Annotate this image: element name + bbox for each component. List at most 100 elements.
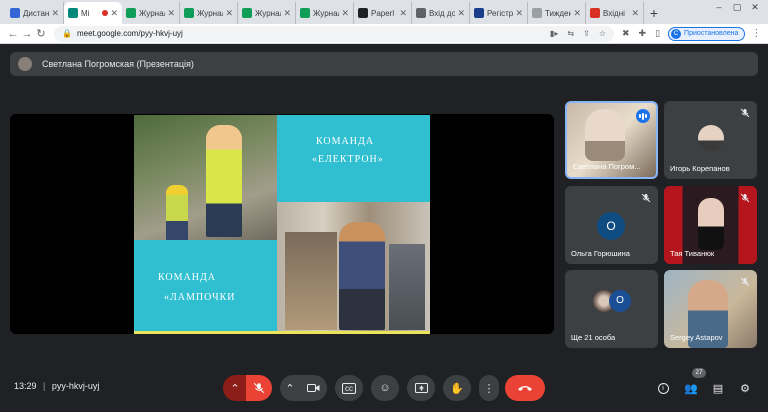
slide-bottom-strip: [134, 331, 430, 334]
participant-tile[interactable]: Светлана Погром...: [565, 101, 658, 179]
activities-icon: ⚙: [740, 382, 750, 395]
worker-figure-back: [166, 185, 188, 240]
people-icon: 👥: [684, 382, 698, 395]
slide-text-electron: «ЕЛЕКТРОН»: [312, 154, 384, 165]
tab-favicon-icon: [184, 8, 194, 18]
activities-button[interactable]: ⚙: [736, 379, 754, 397]
sidebar-icon[interactable]: ▯: [655, 28, 660, 39]
extensions-area: ✖ ✚ ▯: [622, 28, 660, 39]
closed-captions-icon: cc: [342, 382, 356, 394]
close-tab-icon[interactable]: ✕: [110, 8, 118, 19]
close-tab-icon[interactable]: ✕: [631, 8, 639, 19]
participant-tile[interactable]: Sergey Astapov: [664, 270, 757, 348]
tab-label: Mi: [81, 8, 90, 18]
mic-off-icon: [740, 193, 750, 203]
meeting-info: 13:29 | pyy-hkvj-uyj: [14, 381, 100, 391]
browser-tab[interactable]: Журнал ✕: [180, 2, 238, 24]
close-tab-icon[interactable]: ✕: [341, 8, 349, 19]
video-options-button[interactable]: ⌃: [280, 375, 300, 401]
mic-off-icon: [641, 193, 651, 203]
close-tab-icon[interactable]: ✕: [167, 8, 175, 19]
camera-icon[interactable]: ▮▸: [550, 29, 558, 38]
close-tab-icon[interactable]: ✕: [399, 8, 407, 19]
browser-tab[interactable]: Журнал ✕: [238, 2, 296, 24]
mic-off-icon: [740, 108, 750, 118]
more-options-button[interactable]: ⋮: [479, 375, 499, 401]
forward-icon[interactable]: →: [20, 28, 34, 40]
minimize-icon[interactable]: –: [712, 2, 726, 14]
translate-icon[interactable]: ⇆: [567, 29, 574, 38]
worker-figure-front: [206, 125, 242, 237]
emoji-icon: ☺: [379, 382, 391, 394]
tab-label: Paperl: [371, 8, 395, 18]
maximize-icon[interactable]: ▢: [730, 2, 744, 14]
extension-icon[interactable]: ✖: [622, 28, 630, 39]
speaking-icon: [636, 109, 650, 123]
browser-tab[interactable]: Тиждень✕: [528, 2, 586, 24]
omnibox-actions: ▮▸ ⇆ ⇪ ☆: [550, 29, 606, 38]
participant-name: Тая Тиванюк: [670, 249, 715, 258]
browser-tab[interactable]: Регістр ✕: [470, 2, 528, 24]
window-controls: – ▢ ✕: [712, 2, 762, 14]
reload-icon[interactable]: ↻: [34, 27, 48, 40]
chat-icon: ▤: [712, 382, 724, 395]
puzzle-icon[interactable]: ✚: [639, 28, 647, 39]
browser-tab[interactable]: Paperl ✕: [354, 2, 412, 24]
close-tab-icon[interactable]: ✕: [573, 8, 581, 19]
close-tab-icon[interactable]: ✕: [457, 8, 465, 19]
tab-favicon-icon: [242, 8, 252, 18]
people-button[interactable]: 👥: [682, 379, 700, 397]
participant-tile[interactable]: Тая Тиванюк: [664, 186, 757, 264]
more-participants-tile[interactable]: O Ще 21 особа: [565, 270, 658, 348]
browser-tab[interactable]: Mi ✕: [64, 2, 122, 24]
close-tab-icon[interactable]: ✕: [225, 8, 233, 19]
participant-name: Ольга Горюшина: [571, 249, 630, 258]
browser-tab[interactable]: Журнал ✕: [296, 2, 354, 24]
browser-tab[interactable]: Вхідні ✕: [586, 2, 644, 24]
participant-count-badge: 27: [692, 368, 706, 378]
meeting-code: pyy-hkvj-uyj: [51, 381, 100, 391]
mic-off-icon: [253, 382, 265, 394]
camera-toggle-button[interactable]: [299, 375, 327, 401]
tab-label: Вхід до: [429, 8, 456, 18]
present-screen-button[interactable]: [407, 375, 435, 401]
tab-label: Тиждень: [545, 8, 571, 18]
bookmark-star-icon[interactable]: ☆: [599, 29, 606, 38]
audio-options-button[interactable]: ⌃: [223, 375, 247, 401]
meeting-details-button[interactable]: i: [654, 379, 672, 397]
browser-tab[interactable]: Журнал ✕: [122, 2, 180, 24]
electrician-figure: [339, 222, 385, 330]
tab-favicon-icon: [590, 8, 600, 18]
reactions-button[interactable]: ☺: [371, 375, 399, 401]
close-tab-icon[interactable]: ✕: [51, 8, 59, 19]
share-icon[interactable]: ⇪: [583, 29, 590, 38]
tab-favicon-icon: [68, 8, 78, 18]
browser-tab-bar: Дистан ✕ Mi ✕ Журнал ✕ Журнал ✕ Журнал ✕ Журнал ✕ Pa…: [0, 0, 768, 24]
mic-toggle-button[interactable]: [246, 375, 272, 401]
browser-menu-icon[interactable]: ⋮: [751, 28, 761, 39]
browser-tab[interactable]: Вхід до ✕: [412, 2, 470, 24]
captions-button[interactable]: cc: [335, 375, 363, 401]
back-icon[interactable]: ←: [6, 28, 20, 40]
browser-tab[interactable]: Дистан ✕: [6, 2, 64, 24]
slide-text-lampochki: «ЛАМПОЧКИ: [164, 292, 236, 303]
new-tab-button[interactable]: +: [644, 2, 664, 24]
url-field[interactable]: 🔒 meet.google.com/pyy-hkvj-uyj ▮▸ ⇆ ⇪ ☆: [54, 25, 614, 42]
presenter-avatar: [18, 57, 32, 71]
tab-label: Журнал: [139, 8, 166, 18]
chat-button[interactable]: ▤: [709, 379, 727, 397]
leave-call-button[interactable]: [505, 375, 545, 401]
chevron-up-icon: ⌃: [285, 382, 295, 395]
address-bar: ← → ↻ 🔒 meet.google.com/pyy-hkvj-uyj ▮▸ …: [0, 24, 768, 44]
participant-tile[interactable]: О Ольга Горюшина: [565, 186, 658, 264]
profile-button[interactable]: C Приостановлена: [668, 26, 746, 41]
tab-favicon-icon: [532, 8, 542, 18]
close-window-icon[interactable]: ✕: [748, 2, 762, 14]
tab-label: Журнал: [197, 8, 224, 18]
close-tab-icon[interactable]: ✕: [515, 8, 523, 19]
raise-hand-button[interactable]: ✋: [443, 375, 471, 401]
presentation-bar: Светлана Погромская (Презентація): [10, 52, 758, 76]
profile-status-label: Приостановлена: [684, 30, 739, 37]
participant-tile[interactable]: Игорь Корепанов: [664, 101, 757, 179]
close-tab-icon[interactable]: ✕: [283, 8, 291, 19]
